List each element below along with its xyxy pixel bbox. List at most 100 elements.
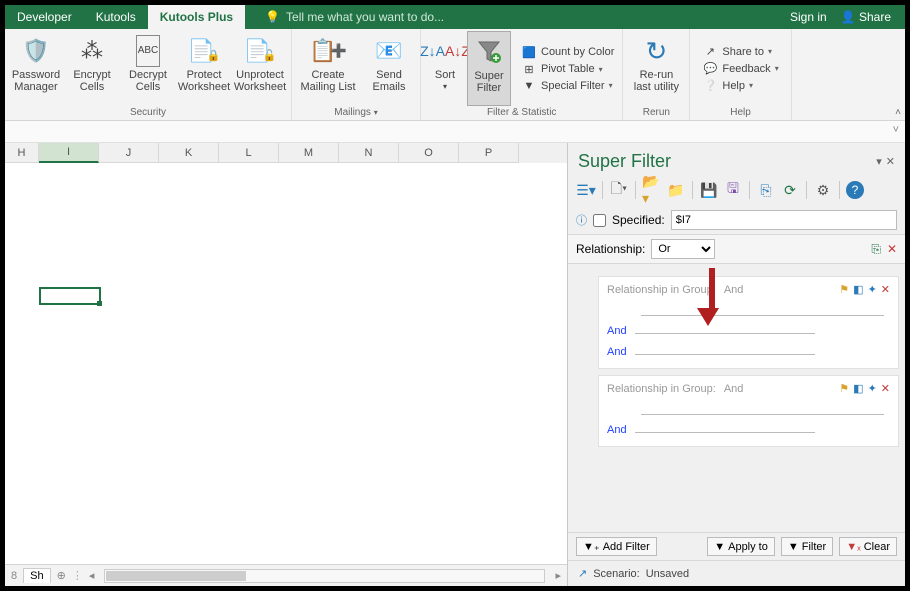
create-mailing-list-button[interactable]: 📋➕ Create Mailing List — [296, 31, 360, 106]
selected-cell[interactable] — [39, 287, 101, 305]
collapse-ribbon-icon[interactable]: ˄ — [895, 107, 901, 118]
bulb-icon: 💡 — [265, 10, 280, 24]
scenario-value: Unsaved — [646, 568, 689, 580]
protect-worksheet-button[interactable]: 📄🔒 Protect Worksheet — [177, 31, 231, 106]
protect-icon: 📄🔒 — [187, 35, 220, 67]
add-rel-icon[interactable]: ⎘ — [871, 242, 881, 257]
tab-kutools[interactable]: Kutools — [84, 5, 148, 29]
filter-btn-icon: ▼ — [788, 541, 799, 553]
tab-developer[interactable]: Developer — [5, 5, 84, 29]
open-icon[interactable]: 📂▾ — [642, 180, 662, 200]
decrypt-cells-button[interactable]: ABC Decrypt Cells — [121, 31, 175, 106]
specified-label: Specified: — [612, 213, 665, 227]
scenario-label: Scenario: — [593, 568, 639, 580]
scenario-icon: ↗ — [578, 567, 587, 580]
panel-toggle-icon[interactable]: ˅ — [893, 124, 899, 136]
horizontal-scrollbar[interactable] — [104, 569, 545, 583]
add-filter-icon: ▼₊ — [583, 540, 600, 553]
import-icon[interactable]: ⎘ — [756, 180, 776, 200]
grp-delete-icon[interactable]: ✕ — [881, 283, 890, 296]
unprotect-worksheet-button[interactable]: 📄🔓 Unprotect Worksheet — [233, 31, 287, 106]
share-to-button[interactable]: ↗Share to — [698, 44, 782, 59]
col-M[interactable]: M — [279, 143, 339, 163]
rerun-button[interactable]: ↻ Re-run last utility — [627, 31, 685, 106]
share-button[interactable]: 👤 Share — [841, 10, 891, 24]
filter-group: Relationship in Group: And ⚑ ◧ ✦ ✕ And A… — [598, 276, 899, 369]
col-P[interactable]: P — [459, 143, 519, 163]
col-N[interactable]: N — [339, 143, 399, 163]
encrypt-icon: ⁂ — [81, 35, 103, 67]
grp-flag-icon[interactable]: ⚑ — [839, 283, 849, 296]
new-icon[interactable]: 🗋▾ — [609, 180, 629, 200]
col-L[interactable]: L — [219, 143, 279, 163]
encrypt-cells-button[interactable]: ⁂ Encrypt Cells — [65, 31, 119, 106]
save-as-icon[interactable]: 🖫 — [723, 180, 743, 200]
sheet-tab[interactable]: Sh — [23, 568, 50, 583]
decrypt-icon: ABC — [136, 35, 161, 67]
unprotect-icon: 📄🔓 — [243, 35, 276, 67]
grp-star-icon[interactable]: ✦ — [868, 382, 877, 395]
grp-flag-icon[interactable]: ⚑ — [839, 382, 849, 395]
col-I[interactable]: I — [39, 143, 99, 163]
grp-star-icon[interactable]: ✦ — [868, 283, 877, 296]
col-O[interactable]: O — [399, 143, 459, 163]
delete-rel-icon[interactable]: ✕ — [887, 242, 897, 257]
password-manager-button[interactable]: 🛡️ Password Manager — [9, 31, 63, 106]
count-by-color-button[interactable]: 🟦Count by Color — [517, 45, 618, 60]
grp-delete-icon[interactable]: ✕ — [881, 382, 890, 395]
group-rerun-label: Rerun — [627, 106, 685, 119]
menu-icon[interactable]: ☰▾ — [576, 180, 596, 200]
specified-input[interactable] — [671, 210, 897, 230]
col-K[interactable]: K — [159, 143, 219, 163]
group-security-label: Security — [9, 106, 287, 119]
apply-to-button[interactable]: ▼Apply to — [707, 537, 775, 556]
add-sheet-icon[interactable]: ⊕ — [57, 569, 66, 582]
super-filter-button[interactable]: Super Filter — [467, 31, 511, 106]
apply-icon: ▼ — [714, 541, 725, 553]
grp-copy-icon[interactable]: ◧ — [853, 382, 863, 395]
shield-icon: 🛡️ — [22, 35, 49, 67]
send-emails-icon: 📧 — [375, 35, 402, 67]
super-filter-icon — [476, 36, 502, 68]
filter-group: Relationship in Group: And ⚑ ◧ ✦ ✕ And — [598, 375, 899, 447]
tab-kutools-plus[interactable]: Kutools Plus — [148, 5, 245, 29]
settings-icon[interactable]: ⚙ — [813, 180, 833, 200]
group-mailings-label: Mailings ▾ — [296, 106, 416, 119]
tell-me-search[interactable]: 💡 Tell me what you want to do... — [265, 10, 444, 24]
pivot-table-button[interactable]: ⊞Pivot Table — [517, 62, 618, 77]
filter-icon: ▼ — [521, 80, 537, 92]
add-filter-button[interactable]: ▼₊Add Filter — [576, 537, 657, 556]
col-J[interactable]: J — [99, 143, 159, 163]
relationship-select[interactable]: Or — [651, 239, 715, 259]
relationship-label: Relationship: — [576, 242, 645, 256]
help-panel-icon[interactable]: ? — [846, 181, 864, 199]
mailing-list-icon: 📋➕ — [309, 35, 347, 67]
folder-icon[interactable]: 📁 — [666, 180, 686, 200]
specified-checkbox[interactable] — [593, 214, 606, 227]
special-filter-button[interactable]: ▼Special Filter — [517, 79, 618, 93]
panel-close-icon[interactable]: ✕ — [886, 155, 895, 168]
sort-icon: Z↓AA↓Z — [420, 35, 470, 67]
info-icon[interactable]: ⓘ — [576, 212, 587, 228]
grp-copy-icon[interactable]: ◧ — [853, 283, 863, 296]
feedback-button[interactable]: 💬Feedback — [698, 61, 782, 76]
send-emails-button[interactable]: 📧 Send Emails — [362, 31, 416, 106]
filter-button[interactable]: ▼Filter — [781, 537, 833, 556]
column-headers: H I J K L M N O P — [5, 143, 567, 163]
group-filter-label: Filter & Statistic — [425, 106, 618, 119]
group-help-label: Help — [694, 106, 786, 119]
sign-in-link[interactable]: Sign in — [790, 10, 827, 24]
panel-options-icon[interactable]: ▾ — [876, 155, 882, 168]
clear-icon: ▼ₓ — [846, 541, 861, 553]
sort-button[interactable]: Z↓AA↓Z Sort ▾ — [425, 31, 465, 106]
share-to-icon: ↗ — [702, 45, 718, 58]
help-button[interactable]: ❔Help — [698, 78, 782, 93]
rerun-icon: ↻ — [645, 35, 667, 67]
annotation-arrow — [705, 268, 719, 326]
spreadsheet-grid[interactable] — [5, 163, 567, 564]
count-color-icon: 🟦 — [521, 46, 537, 59]
panel-title: Super Filter — [578, 151, 671, 172]
clear-button[interactable]: ▼ₓClear — [839, 537, 897, 556]
save-icon[interactable]: 💾 — [699, 180, 719, 200]
refresh-icon[interactable]: ⟳ — [780, 180, 800, 200]
